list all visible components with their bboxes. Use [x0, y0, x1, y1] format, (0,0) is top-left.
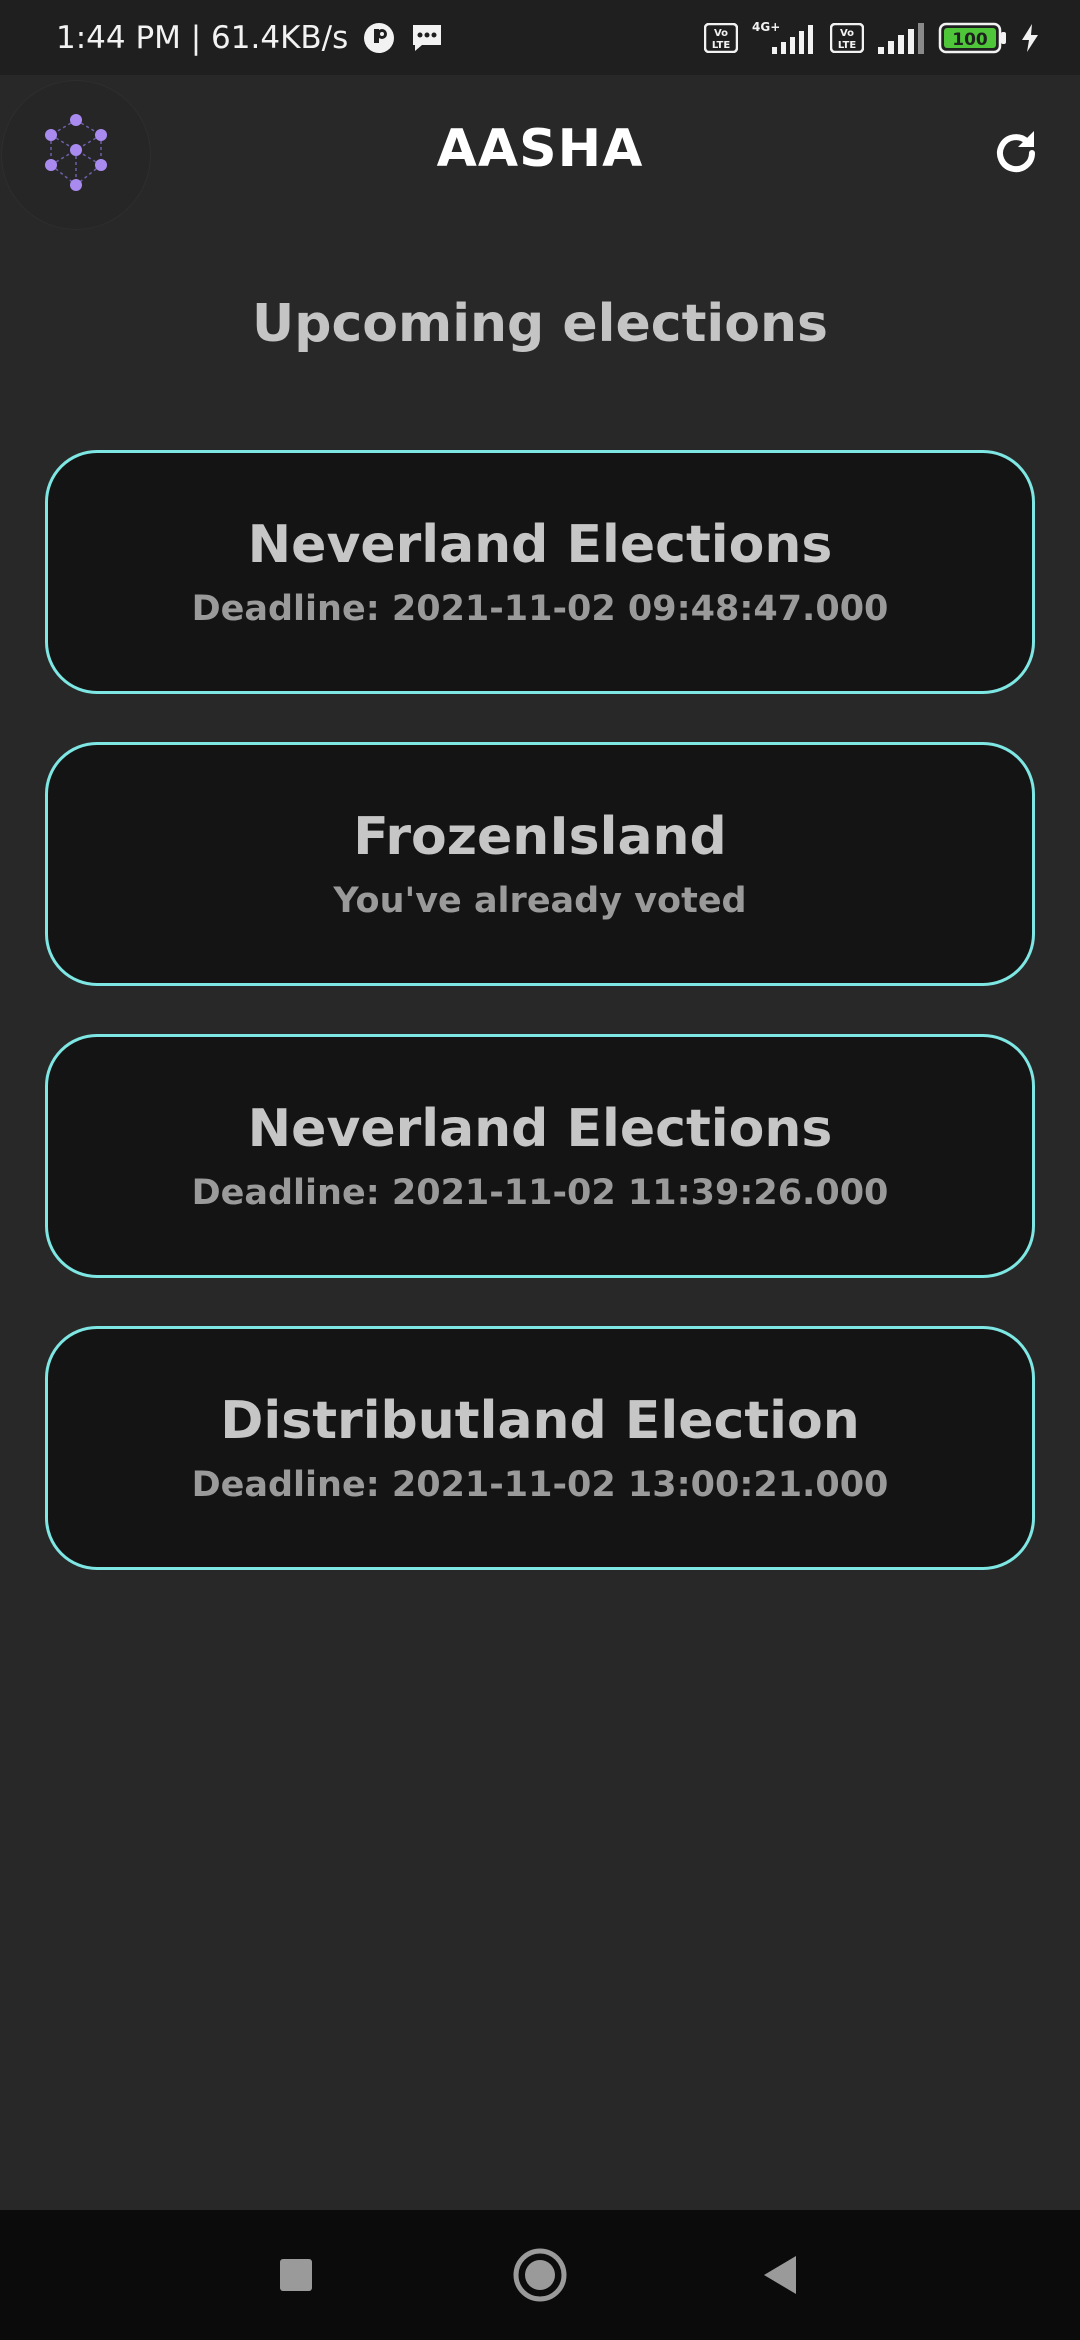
volte-icon-2: Vo LTE [830, 22, 864, 53]
election-status: Deadline: 2021-11-02 09:48:47.000 [191, 589, 889, 629]
signal-4g-icon: 4G+ [750, 20, 818, 56]
status-left: 1:44 PM | 61.4KB/s [56, 20, 444, 56]
volte-icon: Vo LTE [704, 22, 738, 53]
status-bar: 1:44 PM | 61.4KB/s Vo LTE 4G+ Vo LTE 100 [0, 0, 1080, 75]
app-bar: AASHA [0, 75, 1080, 230]
signal-icon [876, 21, 926, 55]
election-name: FrozenIsland [353, 807, 727, 867]
election-card[interactable]: Neverland Elections Deadline: 2021-11-02… [45, 450, 1035, 694]
circle-home-icon[interactable] [505, 2240, 575, 2310]
svg-text:Vo: Vo [714, 28, 728, 39]
system-nav-bar [0, 2210, 1080, 2340]
status-right: Vo LTE 4G+ Vo LTE 100 [704, 20, 1040, 56]
election-card[interactable]: FrozenIsland You've already voted [45, 742, 1035, 986]
square-recents-icon[interactable] [261, 2240, 331, 2310]
battery-level: 100 [952, 30, 988, 50]
battery-icon: 100 [938, 22, 1008, 54]
election-card[interactable]: Neverland Elections Deadline: 2021-11-02… [45, 1034, 1035, 1278]
election-card[interactable]: Distributland Election Deadline: 2021-11… [45, 1326, 1035, 1570]
svg-text:Vo: Vo [840, 28, 854, 39]
svg-text:LTE: LTE [712, 40, 731, 51]
election-status: Deadline: 2021-11-02 11:39:26.000 [191, 1173, 889, 1213]
triangle-back-icon[interactable] [745, 2240, 815, 2310]
network-4g-label: 4G+ [752, 20, 780, 34]
page-title: Upcoming elections [252, 294, 828, 354]
election-name: Distributland Election [220, 1391, 860, 1451]
election-name: Neverland Elections [247, 1099, 833, 1159]
election-list: Neverland Elections Deadline: 2021-11-02… [45, 450, 1035, 1618]
app-notification-icon [362, 21, 396, 55]
election-status: You've already voted [333, 881, 747, 921]
election-status: Deadline: 2021-11-02 13:00:21.000 [191, 1465, 889, 1505]
election-name: Neverland Elections [247, 515, 833, 575]
app-title: AASHA [436, 119, 644, 179]
status-time-speed: 1:44 PM | 61.4KB/s [56, 19, 349, 56]
svg-text:LTE: LTE [838, 40, 857, 51]
refresh-icon[interactable] [988, 125, 1044, 181]
message-icon [410, 23, 444, 53]
charging-icon [1020, 23, 1040, 53]
